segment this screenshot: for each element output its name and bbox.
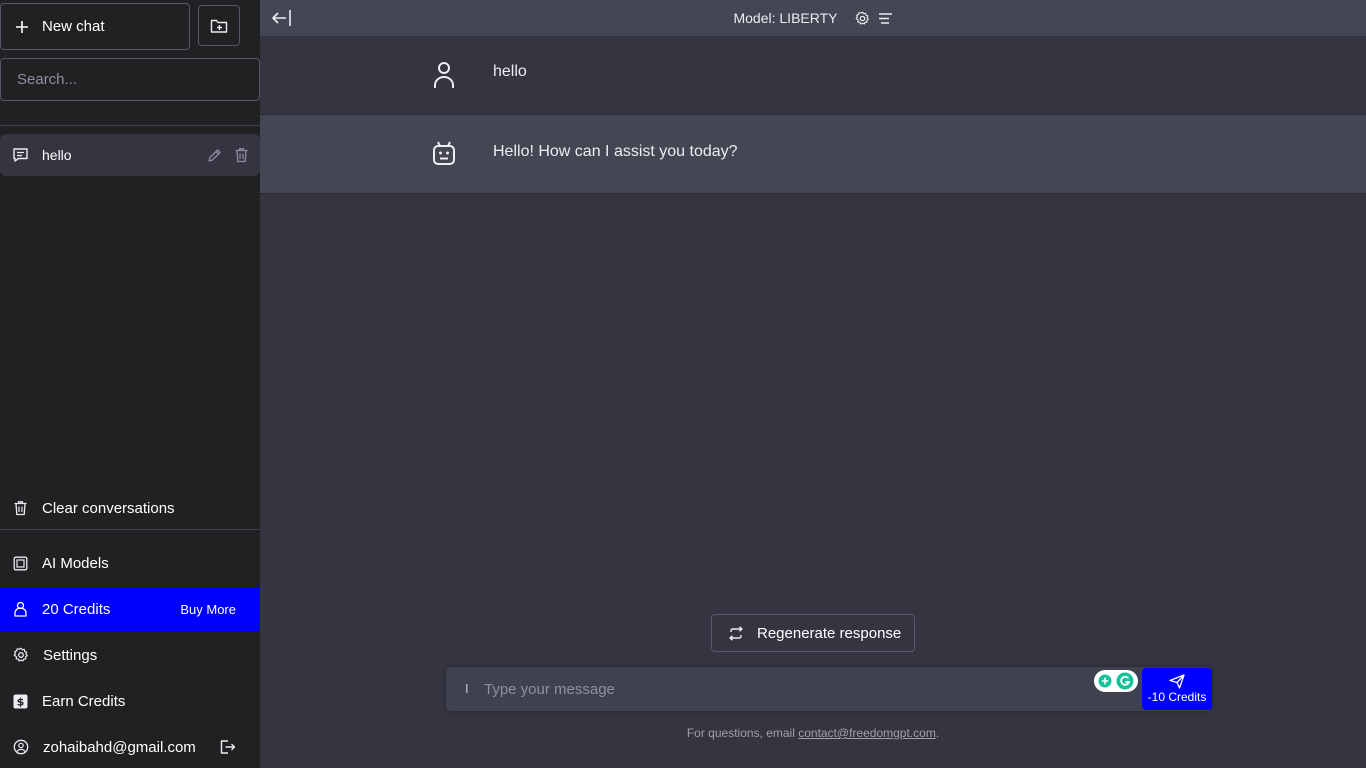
conversation-title: hello [42, 147, 72, 163]
logout-icon[interactable] [219, 739, 236, 755]
regenerate-button[interactable]: Regenerate response [711, 614, 915, 652]
send-button[interactable]: -10 Credits [1142, 668, 1212, 710]
sidebar-divider [0, 529, 260, 530]
send-icon [1169, 674, 1185, 689]
add-icon [1098, 674, 1112, 688]
svg-text:$: $ [17, 695, 25, 708]
pencil-icon[interactable] [207, 148, 222, 163]
message-text: hello [493, 63, 527, 80]
credits-label: 20 Credits [42, 600, 111, 618]
account-row[interactable]: zohaibahd@gmail.com [0, 724, 260, 768]
text-cursor-icon: I [465, 681, 469, 696]
sidebar: New chat hello Clear conversations AI Mo… [0, 0, 260, 768]
trash-icon [13, 500, 28, 516]
arrow-left-icon[interactable] [271, 8, 293, 28]
message-text: Hello! How can I assist you today? [493, 143, 738, 160]
footer-suffix: . [935, 726, 940, 740]
message-composer: I -10 Credits [446, 667, 1212, 711]
user-message: hello [260, 36, 1366, 115]
folder-plus-icon [210, 18, 228, 34]
gear-icon[interactable] [855, 11, 870, 26]
credits-row: 20 Credits Buy More [0, 587, 260, 631]
grammarly-widget[interactable] [1094, 670, 1138, 692]
buy-more-button[interactable]: Buy More [180, 602, 236, 617]
account-email: zohaibahd@gmail.com [43, 738, 196, 756]
box-icon [13, 556, 28, 571]
regenerate-label: Regenerate response [757, 624, 902, 642]
lines-icon[interactable] [878, 12, 893, 25]
settings-label: Settings [43, 646, 98, 664]
earn-credits-label: Earn Credits [42, 692, 126, 710]
user-icon [432, 61, 456, 89]
trash-icon[interactable] [234, 147, 249, 163]
message-input[interactable] [484, 667, 1084, 711]
ai-models-button[interactable]: AI Models [0, 540, 260, 586]
earn-credits-button[interactable]: $ Earn Credits [0, 678, 260, 724]
footer-prefix: For questions, email [686, 726, 799, 740]
contact-email-link[interactable]: contact@freedomgpt.com [798, 726, 936, 740]
sidebar-divider [0, 125, 260, 126]
gear-icon [13, 647, 29, 663]
refresh-icon [728, 625, 744, 641]
conversation-item[interactable]: hello [0, 134, 260, 176]
settings-button[interactable]: Settings [0, 632, 260, 678]
ai-models-label: AI Models [42, 554, 109, 572]
search-input[interactable] [0, 58, 260, 101]
footer-note: For questions, email contact@freedomgpt.… [260, 726, 1366, 740]
account-icon [13, 739, 29, 755]
new-folder-button[interactable] [198, 5, 240, 46]
new-chat-label: New chat [42, 18, 105, 35]
dollar-icon: $ [13, 694, 28, 709]
model-label: Model: LIBERTY [733, 10, 838, 26]
plus-icon [15, 20, 29, 34]
clear-conversations-button[interactable]: Clear conversations [0, 485, 260, 531]
assistant-message: Hello! How can I assist you today? [260, 115, 1366, 194]
clear-conversations-label: Clear conversations [42, 499, 175, 517]
send-cost-label: -10 Credits [1147, 690, 1207, 704]
top-bar: Model: LIBERTY [260, 0, 1366, 36]
user-icon [13, 601, 28, 617]
robot-icon [432, 140, 456, 166]
new-chat-button[interactable]: New chat [0, 3, 190, 50]
grammarly-icon [1116, 672, 1134, 690]
message-icon [12, 147, 29, 163]
